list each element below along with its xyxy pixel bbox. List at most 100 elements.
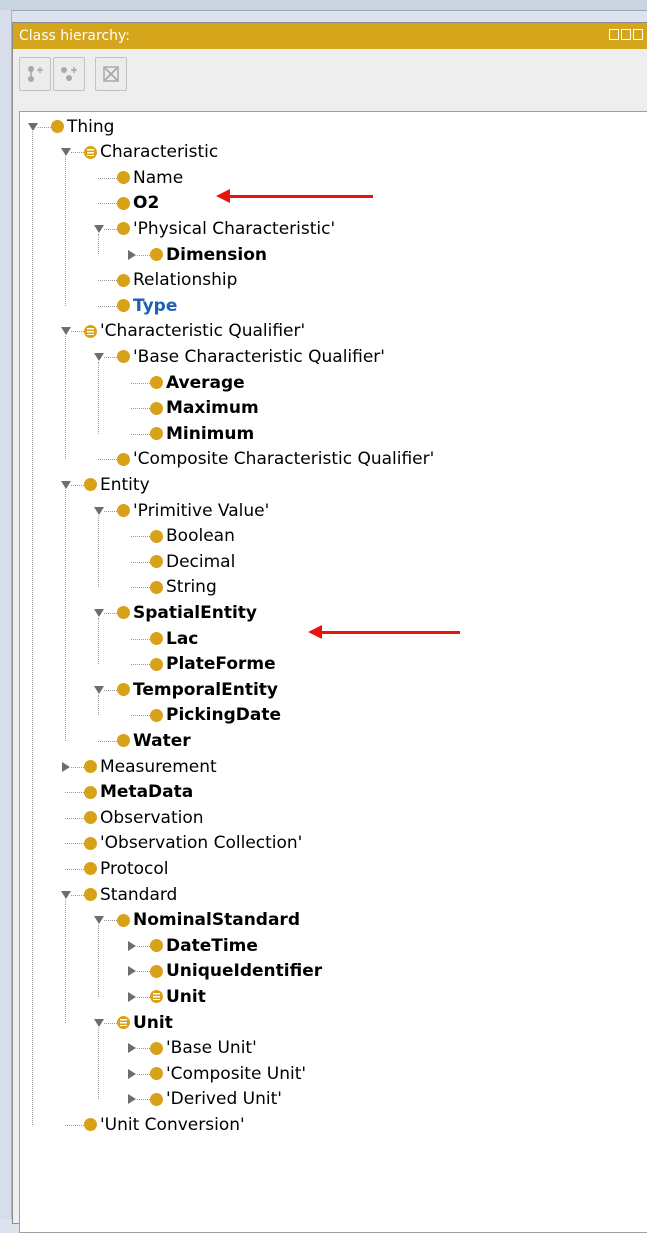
tree-connector: [65, 817, 84, 819]
tree-node-label: Measurement: [100, 756, 217, 777]
collapsed-toggle-icon[interactable]: [127, 1094, 136, 1105]
tree-node-dimension[interactable]: Dimension: [150, 242, 267, 267]
tree-node-plateforme[interactable]: PlateForme: [150, 652, 276, 677]
tree-node-label: 'Observation Collection': [100, 833, 303, 854]
tree-node-physical-characteristic[interactable]: 'Physical Characteristic': [117, 216, 335, 241]
tree-node-primitive-value[interactable]: 'Primitive Value': [117, 498, 269, 523]
class-icon: [117, 222, 130, 236]
expanded-toggle-icon[interactable]: [61, 890, 71, 899]
tree-node-characteristic-qualifier[interactable]: 'Characteristic Qualifier': [84, 319, 305, 344]
tree-guide-line: [65, 489, 66, 741]
tree-node-lac[interactable]: Lac: [150, 626, 198, 651]
expanded-toggle-icon[interactable]: [94, 608, 104, 617]
left-dock-edge: [0, 10, 12, 1219]
tree-node-protocol[interactable]: Protocol: [84, 856, 169, 881]
tree-connector: [137, 1048, 150, 1050]
tree-connector: [131, 664, 150, 666]
collapsed-toggle-icon[interactable]: [127, 940, 136, 951]
collapsed-toggle-icon[interactable]: [127, 966, 136, 977]
tree-node-observation[interactable]: Observation: [84, 805, 204, 830]
tree-guide-line: [65, 336, 66, 460]
tree-node-label: 'Unit Conversion': [100, 1114, 245, 1135]
tree-node-datetime[interactable]: DateTime: [150, 933, 258, 958]
expanded-toggle-icon[interactable]: [94, 506, 104, 515]
tree-guide-line: [32, 131, 33, 1125]
tree-node-nominalstandard[interactable]: NominalStandard: [117, 908, 300, 933]
tree-node-label: Name: [133, 167, 184, 188]
tree-node-standard[interactable]: Standard: [84, 882, 177, 907]
tree-connector: [131, 638, 150, 640]
collapsed-toggle-icon[interactable]: [127, 1068, 136, 1079]
class-icon: [84, 888, 97, 901]
tree-node-label: 'Composite Unit': [166, 1063, 307, 1084]
tree-node-base-characteristic-qualifier[interactable]: 'Base Characteristic Qualifier': [117, 344, 385, 369]
expanded-toggle-icon[interactable]: [94, 1018, 104, 1027]
tree-node-uniqueidentifier[interactable]: UniqueIdentifier: [150, 959, 322, 984]
expanded-toggle-icon[interactable]: [94, 915, 104, 925]
expanded-toggle-icon[interactable]: [61, 326, 71, 336]
tree-node-maximum[interactable]: Maximum: [150, 396, 259, 421]
class-icon: [117, 734, 130, 748]
collapsed-toggle-icon[interactable]: [127, 249, 136, 260]
tree-node-label: Water: [133, 730, 191, 751]
tree-node-thing[interactable]: Thing: [51, 114, 114, 139]
expanded-toggle-icon[interactable]: [61, 147, 71, 157]
tree-node-pickingdate[interactable]: PickingDate: [150, 703, 281, 728]
panel-header: Class hierarchy:: [13, 23, 647, 49]
tree-guide-line: [65, 157, 66, 306]
delete-class-button[interactable]: [95, 57, 127, 91]
tree-node-composite-unit[interactable]: 'Composite Unit': [150, 1061, 306, 1086]
tree-node-temporalentity[interactable]: TemporalEntity: [117, 677, 278, 702]
tree-node-water[interactable]: Water: [117, 728, 191, 753]
class-icon: [150, 580, 163, 594]
tree-node-spatialentity[interactable]: SpatialEntity: [117, 600, 257, 625]
tree-connector: [71, 152, 84, 154]
tree-node-label: Unit: [133, 1012, 173, 1033]
tree-node-unit[interactable]: Unit: [150, 984, 206, 1009]
tree-node-unit[interactable]: Unit: [117, 1010, 173, 1035]
collapsed-toggle-icon[interactable]: [127, 991, 136, 1002]
float-view-icon[interactable]: [621, 29, 631, 40]
class-icon: [117, 606, 130, 620]
collapsed-toggle-icon[interactable]: [127, 1043, 136, 1054]
tree-node-entity[interactable]: Entity: [84, 472, 150, 497]
tree-node-type[interactable]: Type: [117, 293, 177, 318]
expanded-toggle-icon[interactable]: [94, 224, 104, 233]
split-view-icon[interactable]: [609, 29, 619, 40]
annotation-arrow-o2: [216, 189, 373, 204]
expanded-toggle-icon[interactable]: [94, 685, 104, 694]
maximize-view-icon[interactable]: [633, 29, 643, 40]
tree-node-label: UniqueIdentifier: [166, 961, 323, 982]
tree-node-decimal[interactable]: Decimal: [150, 549, 235, 574]
tree-node-minimum[interactable]: Minimum: [150, 421, 254, 446]
tree-connector: [65, 792, 84, 794]
collapsed-toggle-icon[interactable]: [61, 761, 70, 772]
tree-connector: [71, 766, 84, 768]
tree-node-name[interactable]: Name: [117, 165, 183, 190]
tree-node-composite-characteristic-qualifier[interactable]: 'Composite Characteristic Qualifier': [117, 447, 434, 472]
tree-node-o2[interactable]: O2: [117, 191, 159, 216]
tree-node-metadata[interactable]: MetaData: [84, 780, 193, 805]
tree-node-label: O2: [133, 193, 160, 214]
tree-node-string[interactable]: String: [150, 575, 217, 600]
add-subclass-button[interactable]: [19, 57, 51, 91]
tree-guide-line: [98, 617, 99, 665]
tree-connector: [137, 254, 150, 256]
class-icon: [84, 760, 97, 773]
tree-node-measurement[interactable]: Measurement: [84, 754, 217, 779]
tree-node-label: Type: [133, 295, 178, 316]
tree-node-derived-unit[interactable]: 'Derived Unit': [150, 1087, 282, 1112]
tree-node-average[interactable]: Average: [150, 370, 245, 395]
tree-node-observation-collection[interactable]: 'Observation Collection': [84, 831, 302, 856]
tree-node-base-unit[interactable]: 'Base Unit': [150, 1036, 257, 1061]
add-sibling-button[interactable]: [53, 57, 85, 91]
expanded-toggle-icon[interactable]: [94, 352, 104, 361]
tree-node-characteristic[interactable]: Characteristic: [84, 140, 218, 165]
tree-node-label: Average: [166, 372, 245, 393]
expanded-toggle-icon[interactable]: [61, 480, 71, 489]
tree-node-label: 'Base Unit': [166, 1038, 257, 1059]
tree-node-boolean[interactable]: Boolean: [150, 524, 235, 549]
expanded-toggle-icon[interactable]: [28, 122, 38, 131]
tree-node-unit-conversion[interactable]: 'Unit Conversion': [84, 1112, 245, 1137]
tree-node-relationship[interactable]: Relationship: [117, 268, 237, 293]
